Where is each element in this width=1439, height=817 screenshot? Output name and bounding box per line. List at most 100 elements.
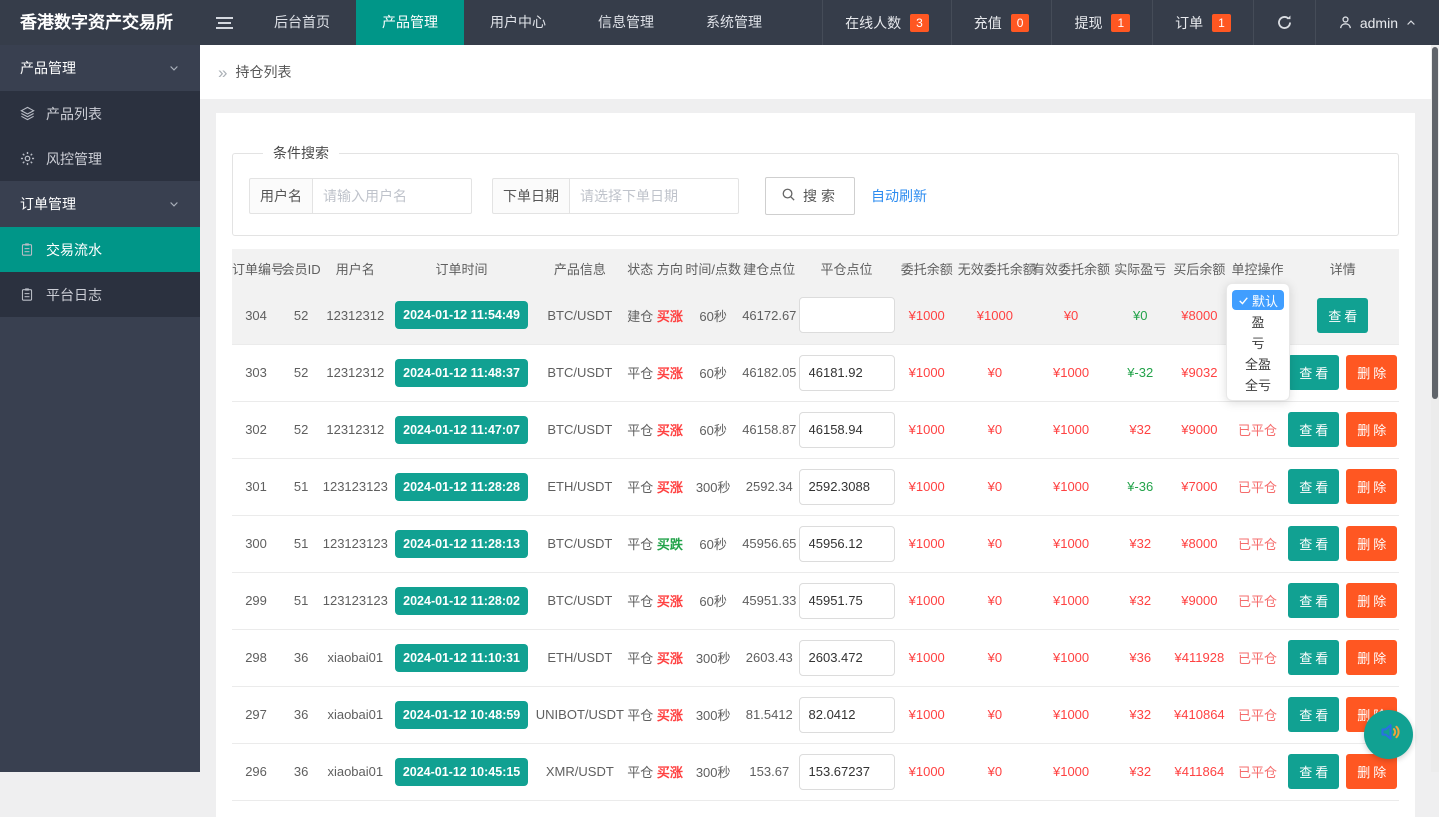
view-button[interactable]: 查看 [1288, 583, 1339, 618]
open-point: 46182.05 [741, 344, 797, 401]
view-button[interactable]: 查看 [1317, 298, 1368, 333]
order-time-button[interactable]: 2024-01-12 11:28:13 [395, 530, 528, 558]
sidebar-item-label: 平台日志 [46, 285, 102, 305]
sidebar-item[interactable]: 平台日志 [0, 272, 200, 317]
status-item[interactable]: 充值 0 [951, 0, 1052, 45]
delete-button[interactable]: 删除 [1346, 583, 1397, 618]
username: xiaobai01 [322, 629, 388, 686]
table-header-row: 订单编号会员ID用户名订单时间产品信息状态 方向时间/点数建仓点位平仓点位委托余… [232, 249, 1399, 287]
nav-item[interactable]: 系统管理 [680, 0, 788, 45]
view-button[interactable]: 查看 [1288, 526, 1339, 561]
dropdown-option[interactable]: 亏 [1232, 332, 1284, 352]
order-no: 297 [232, 686, 280, 743]
member-id: 51 [280, 458, 322, 515]
dropdown-option[interactable]: 全亏 [1232, 374, 1284, 394]
order-date-input[interactable] [569, 178, 739, 214]
column-header: 时间/点数 [685, 249, 741, 287]
sidebar-item[interactable]: 产品列表 [0, 91, 200, 136]
nav-item[interactable]: 信息管理 [572, 0, 680, 45]
column-header: 产品信息 [535, 249, 625, 287]
sound-fab-button[interactable] [1364, 710, 1413, 759]
close-point-input[interactable] [799, 526, 895, 562]
order-time-button[interactable]: 2024-01-12 11:28:02 [395, 587, 528, 615]
order-time-button[interactable]: 2024-01-12 10:48:59 [395, 701, 528, 729]
view-button[interactable]: 查看 [1288, 469, 1339, 504]
nav-item[interactable]: 产品管理 [356, 0, 464, 45]
refresh-button[interactable] [1253, 0, 1315, 45]
close-point-input[interactable] [799, 583, 895, 619]
sidebar-group-label: 产品管理 [20, 58, 76, 78]
sidebar-item[interactable]: 风控管理 [0, 136, 200, 181]
nav-item[interactable]: 后台首页 [248, 0, 356, 45]
view-button[interactable]: 查看 [1288, 640, 1339, 675]
duration: 60秒 [685, 401, 741, 458]
delete-button[interactable]: 删除 [1346, 640, 1397, 675]
username-input[interactable] [312, 178, 472, 214]
menu-toggle-button[interactable] [200, 0, 248, 45]
auto-refresh-link[interactable]: 自动刷新 [871, 186, 927, 206]
count-badge: 0 [1011, 14, 1030, 32]
column-header: 单控操作 [1228, 249, 1286, 287]
search-button[interactable]: 搜索 [765, 177, 855, 215]
view-button[interactable]: 查看 [1288, 355, 1339, 390]
nav-item[interactable]: 用户中心 [464, 0, 572, 45]
topbar-status: 在线人数 3 充值 0 提现 1 订单 1 [822, 0, 1253, 45]
dropdown-option[interactable]: 全盈 [1232, 353, 1284, 373]
sidebar-item[interactable]: 交易流水 [0, 227, 200, 272]
delete-button[interactable]: 删除 [1346, 469, 1397, 504]
scrollbar-thumb[interactable] [1432, 47, 1438, 399]
duration: 300秒 [685, 458, 741, 515]
sidebar-group-header[interactable]: 产品管理 [0, 45, 200, 91]
status-item[interactable]: 提现 1 [1051, 0, 1152, 45]
valid-entrust-balance: ¥1000 [1032, 344, 1110, 401]
dropdown-option[interactable]: 盈 [1232, 311, 1284, 331]
valid-entrust-balance: ¥1000 [1032, 572, 1110, 629]
check-icon [1238, 295, 1249, 306]
page-title: 持仓列表 [235, 62, 291, 82]
close-point-input[interactable] [799, 640, 895, 676]
column-header: 有效委托余额 [1032, 249, 1110, 287]
view-button[interactable]: 查看 [1288, 412, 1339, 447]
close-point-input[interactable] [799, 469, 895, 505]
order-no: 299 [232, 572, 280, 629]
order-time-button[interactable]: 2024-01-12 11:47:07 [395, 416, 528, 444]
view-button[interactable]: 查看 [1288, 697, 1339, 732]
open-point: 81.5412 [741, 686, 797, 743]
open-point: 2592.34 [741, 458, 797, 515]
column-header: 无效委托余额 [958, 249, 1032, 287]
username: 12312312 [322, 344, 388, 401]
detail-actions: 查看删除 [1287, 401, 1399, 458]
scrollbar-track [1431, 45, 1439, 772]
delete-button[interactable]: 删除 [1346, 355, 1397, 390]
actual-pnl: ¥-32 [1110, 344, 1170, 401]
order-time-button[interactable]: 2024-01-12 11:48:37 [395, 359, 528, 387]
balance-after: ¥7000 [1170, 458, 1228, 515]
balance-after: ¥8000 [1170, 287, 1228, 344]
dropdown-option[interactable]: 默认 [1232, 290, 1284, 310]
member-id: 52 [280, 344, 322, 401]
order-time-button[interactable]: 2024-01-12 11:28:28 [395, 473, 528, 501]
search-panel-title: 条件搜索 [263, 143, 339, 163]
open-point: 2603.43 [741, 629, 797, 686]
username: 123123123 [322, 515, 388, 572]
status-item[interactable]: 订单 1 [1152, 0, 1253, 45]
close-point-input[interactable] [799, 697, 895, 733]
delete-button[interactable]: 删除 [1346, 412, 1397, 447]
product-info: BTC/USDT [535, 401, 625, 458]
date-group: 下单日期 [492, 178, 739, 214]
delete-button[interactable]: 删除 [1346, 526, 1397, 561]
sidebar-item-label: 风控管理 [46, 149, 102, 169]
close-point-input[interactable] [799, 297, 895, 333]
count-badge: 3 [910, 14, 929, 32]
search-form: 用户名 下单日期 搜索 自动刷新 [249, 177, 1382, 215]
status-item[interactable]: 在线人数 3 [822, 0, 951, 45]
topbar: 香港数字资产交易所 后台首页产品管理用户中心信息管理系统管理 在线人数 3 充值… [0, 0, 1439, 45]
admin-menu[interactable]: admin [1315, 0, 1439, 45]
product-info: BTC/USDT [535, 344, 625, 401]
order-time-button[interactable]: 2024-01-12 11:10:31 [395, 644, 528, 672]
member-id: 52 [280, 287, 322, 344]
sidebar-group-header[interactable]: 订单管理 [0, 181, 200, 227]
close-point-input[interactable] [799, 412, 895, 448]
order-time-button[interactable]: 2024-01-12 11:54:49 [395, 301, 528, 329]
close-point-input[interactable] [799, 355, 895, 391]
